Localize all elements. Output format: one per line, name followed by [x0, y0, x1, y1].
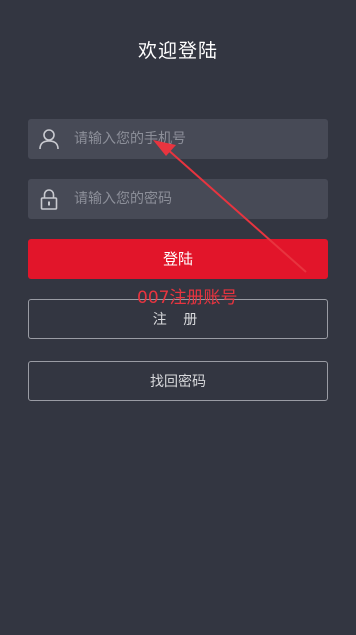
password-input[interactable]	[74, 179, 314, 219]
forgot-password-button[interactable]: 找回密码	[28, 361, 328, 401]
phone-field[interactable]	[28, 119, 328, 159]
phone-input[interactable]	[74, 119, 314, 159]
login-button[interactable]: 登陆	[28, 239, 328, 279]
annotation-label: 007注册账号	[137, 288, 238, 308]
user-icon	[38, 128, 60, 150]
page-title: 欢迎登陆	[137, 40, 218, 62]
password-field[interactable]	[28, 179, 328, 219]
lock-icon	[38, 188, 60, 210]
